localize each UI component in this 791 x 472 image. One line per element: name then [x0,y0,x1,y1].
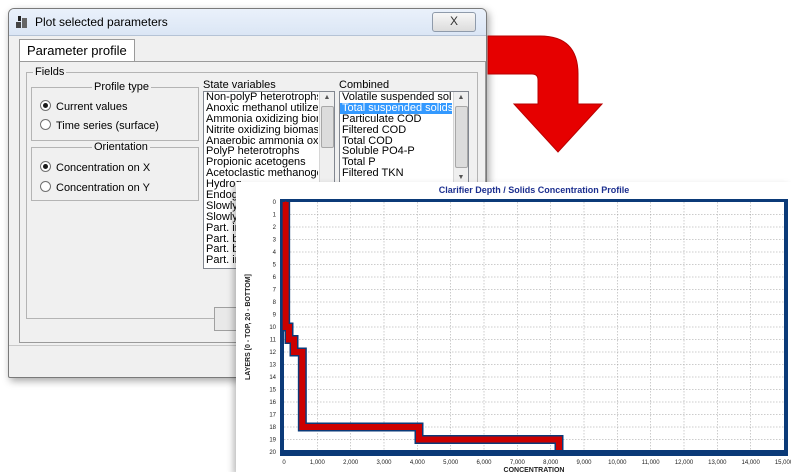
x-tick-label: 7,000 [510,460,526,466]
y-tick-label: 19 [269,438,276,444]
radio-label: Current values [56,101,128,113]
list-item[interactable]: Non-polyP heterotrophs [204,92,318,103]
x-tick-label: 15,000 [775,460,791,466]
y-tick-label: 10 [269,325,276,331]
list-item[interactable]: Volatile suspended solids [340,92,452,103]
profile-type-label: Profile type [92,81,152,93]
list-item[interactable]: Propionic acetogens [204,157,318,168]
y-tick-label: 16 [269,400,276,406]
list-item[interactable]: Nitrite oxidizing biomass [204,125,318,136]
radio-concentration-on-y[interactable]: Concentration on Y [40,181,150,194]
data-point [301,413,304,416]
list-item[interactable]: Total suspended solids [340,102,452,114]
list-item[interactable]: PolyP heterotrophs [204,146,318,157]
x-axis-label: CONCENTRATION [504,467,565,472]
y-tick-label: 11 [270,338,277,344]
y-tick-label: 15 [269,388,276,394]
list-item[interactable]: Ammonia oxidizing biomass [204,114,318,125]
list-item[interactable]: Anaerobic ammonia oxidize [204,136,318,147]
radio-indicator [40,161,51,172]
combined-items: Volatile suspended solidsTotal suspended… [340,92,452,179]
combined-scrollbar[interactable]: ▲ ▼ [453,92,468,184]
x-tick-label: 5,000 [443,460,459,466]
orientation-group: Orientation Concentration on X Concentra… [31,141,199,201]
scroll-up-icon[interactable]: ▲ [454,92,468,104]
data-point [288,326,290,328]
y-tick-label: 8 [273,300,277,306]
y-tick-label: 13 [269,363,276,369]
state-variables-label: State variables [203,79,276,91]
x-tick-label: 6,000 [476,460,492,466]
profile-type-group: Profile type Current values Time series … [31,81,199,141]
scroll-up-icon[interactable]: ▲ [320,92,334,104]
data-point [293,338,295,341]
x-tick-label: 1,000 [310,460,326,466]
y-tick-label: 12 [269,350,276,356]
y-tick-label: 6 [273,275,277,281]
y-tick-label: 17 [269,413,276,419]
y-tick-label: 0 [273,200,277,206]
tab-parameter-profile[interactable]: Parameter profile [19,39,135,62]
list-item[interactable]: Filtered TKN [340,168,452,179]
radio-label: Concentration on Y [56,182,150,194]
y-tick-label: 1 [273,213,277,219]
y-tick-label: 2 [273,225,277,231]
x-tick-label: 13,000 [708,460,727,466]
orientation-label: Orientation [92,141,150,153]
y-tick-label: 14 [269,375,276,381]
x-tick-label: 14,000 [741,460,760,466]
radio-indicator [40,119,51,130]
chart-title: Clarifier Depth / Solids Concentration P… [439,185,630,195]
radio-label: Time series (surface) [56,120,159,132]
y-tick-label: 20 [269,450,276,456]
list-item[interactable]: Filtered COD [340,125,452,136]
list-item[interactable]: Total COD [340,136,452,147]
y-tick-label: 3 [273,238,277,244]
list-item[interactable]: Acetoclastic methanogens [204,168,318,179]
x-tick-label: 3,000 [376,460,392,466]
x-tick-label: 10,000 [608,460,627,466]
data-point [301,351,304,353]
combined-label: Combined [339,79,390,91]
radio-concentration-on-x[interactable]: Concentration on X [40,161,150,174]
radio-indicator [40,181,51,192]
scroll-thumb[interactable] [455,106,468,168]
list-item[interactable]: Soluble PO4-P [340,146,452,157]
close-button[interactable]: X [432,12,476,32]
radio-time-series[interactable]: Time series (surface) [40,119,159,132]
fields-label: Fields [33,66,67,78]
list-item[interactable]: Total P [340,157,452,168]
list-item[interactable]: Anoxic methanol utilizers [204,103,318,114]
x-tick-label: 9,000 [576,460,592,466]
x-tick-label: 8,000 [543,460,559,466]
y-axis-label: LAYERS [0 - TOP, 20 - BOTTOM] [245,274,252,380]
x-tick-label: 2,000 [343,460,359,466]
y-tick-label: 5 [273,263,277,269]
plot-bottom-band [284,450,784,455]
scroll-thumb[interactable] [321,106,334,148]
list-item[interactable]: Particulate COD [340,114,452,125]
data-point [558,438,560,441]
y-tick-label: 4 [273,250,277,256]
x-tick-label: 11,000 [642,460,661,466]
radio-label: Concentration on X [56,162,151,174]
combined-listbox[interactable]: Volatile suspended solidsTotal suspended… [339,91,469,185]
y-tick-label: 9 [273,313,277,319]
app-icon [16,16,27,28]
chart-canvas: Clarifier Depth / Solids Concentration P… [245,185,791,472]
y-tick-label: 18 [269,425,276,431]
dialog-titlebar[interactable]: Plot selected parameters X [9,9,486,36]
radio-current-values[interactable]: Current values [40,100,128,113]
depth-profile-chart: Clarifier Depth / Solids Concentration P… [236,182,791,472]
x-tick-label: 4,000 [410,460,426,466]
dialog-title: Plot selected parameters [35,15,168,29]
x-tick-label: 12,000 [675,460,694,466]
radio-indicator [40,100,51,111]
data-point [418,426,420,428]
y-tick-label: 7 [273,288,277,294]
data-point [284,201,287,203]
close-icon: X [449,14,458,28]
x-tick-label: 0 [282,460,286,466]
